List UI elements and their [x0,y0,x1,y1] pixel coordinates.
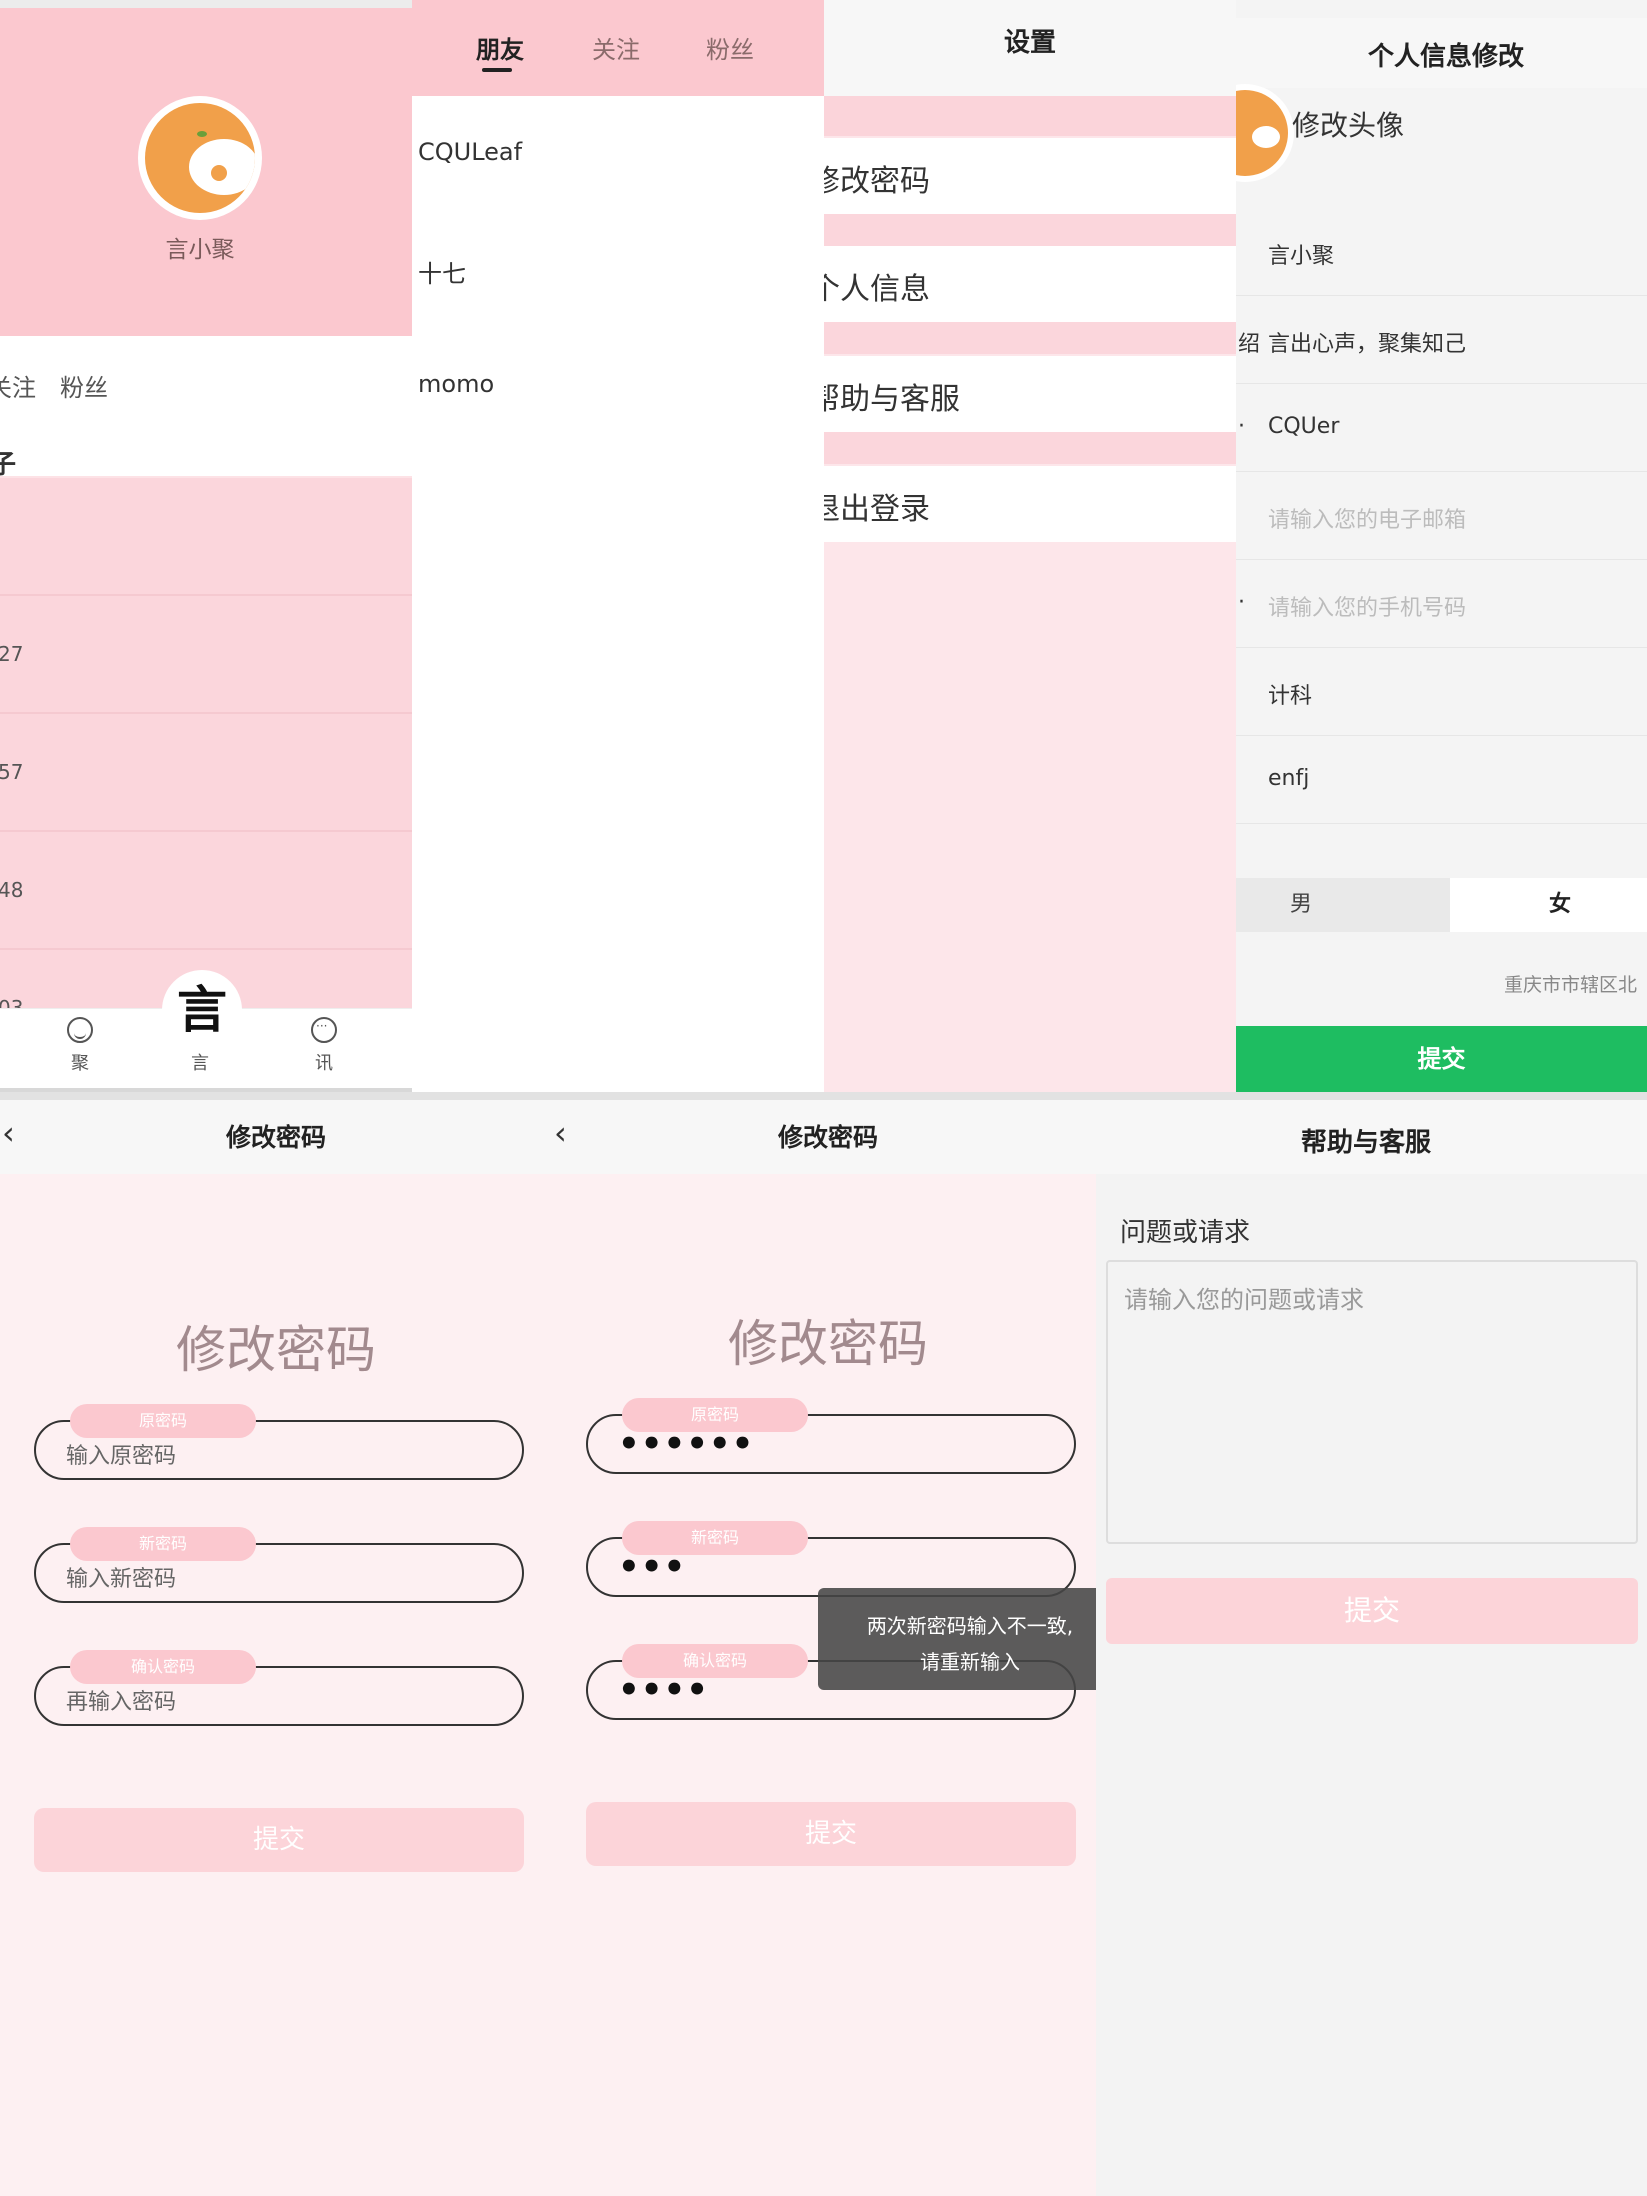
submit-button[interactable]: 提交 [1236,1026,1647,1092]
edit-profile-panel: 个人信息修改 修改头像 言小聚 绍 言出心声，聚集知己 · CQUer 请输入您… [1236,0,1647,1092]
change-password-panel: ‹ 修改密码 修改密码 输入原密码 原密码 输入新密码 新密码 再输入密码 确认… [0,1100,552,2196]
question-textarea[interactable]: 请输入您的问题或请求 [1106,1260,1638,1544]
stat-followers[interactable]: 粉丝 [60,368,108,403]
help-header: 帮助与客服 [1096,1100,1647,1174]
submit-button[interactable]: 提交 [34,1808,524,1872]
friends-header: 朋友 关注 粉丝 [412,0,824,96]
list-item[interactable]: 48 [0,832,412,950]
tab-xun[interactable]: 讯 [294,1017,354,1075]
confirm-password-tag: 确认密码 [70,1650,256,1684]
stats-bar: 关注 粉丝 子 [0,336,412,480]
settings-header: 设置 [824,0,1236,96]
school-field[interactable]: · CQUer [1236,384,1647,472]
change-password-header: ‹ 修改密码 [0,1100,552,1174]
new-password-tag: 新密码 [622,1521,808,1555]
friend-item[interactable]: 十七 [418,254,466,289]
settings-item-logout[interactable]: 退出登录 [824,466,1236,542]
page-title: 修改密码 [225,1123,326,1152]
help-panel: 帮助与客服 问题或请求 请输入您的问题或请求 提交 [1096,1100,1647,2196]
change-avatar-label[interactable]: 修改头像 [1292,104,1404,144]
friend-item[interactable]: momo [418,370,494,398]
question-label: 问题或请求 [1120,1218,1251,1248]
page-title: 设置 [1003,28,1056,58]
bio-field[interactable]: 绍 言出心声，聚集知己 [1236,296,1647,384]
smile-icon [67,1017,93,1043]
avatar[interactable] [138,96,262,220]
active-tab-indicator [482,68,512,72]
gender-male-option[interactable]: 男 [1236,878,1366,932]
gender-female-option[interactable]: 女 [1450,878,1647,932]
settings-item-help[interactable]: 帮助与客服 [824,356,1236,432]
settings-item-personal-info[interactable]: 个人信息 [824,246,1236,322]
form-heading: 修改密码 [176,1321,376,1379]
username: 言小聚 [165,237,235,263]
gender-selector: 男 女 [1236,878,1647,932]
list-item[interactable]: 27 [0,596,412,714]
phone-field[interactable]: · 请输入您的手机号码 [1236,560,1647,648]
submit-button[interactable]: 提交 [1106,1578,1638,1644]
email-field[interactable]: 请输入您的电子邮箱 [1236,472,1647,560]
change-password-error-panel: ‹ 修改密码 修改密码 •••••• 原密码 ••• 新密码 •••• 确认密码… [552,1100,1104,2196]
tab-friends[interactable]: 朋友 [476,30,524,65]
profile-panel: 言小聚 关注 粉丝 子 27 57 48 03 聚 言 讯 言 [0,0,412,1092]
form-heading: 修改密码 [728,1315,928,1373]
confirm-password-tag: 确认密码 [622,1644,808,1678]
address-field[interactable]: 重庆市市辖区北 [1504,970,1637,997]
error-toast: 两次新密码输入不一致, 请重新输入 [818,1588,1104,1690]
settings-item-change-password[interactable]: 修改密码 [824,138,1236,214]
submit-button[interactable]: 提交 [586,1802,1076,1866]
old-password-tag: 原密码 [70,1404,256,1438]
old-password-tag: 原密码 [622,1398,808,1432]
tab-ju[interactable]: 聚 [50,1017,110,1075]
change-password-header: ‹ 修改密码 [552,1100,1104,1174]
friends-panel: 朋友 关注 粉丝 CQULeaf 十七 momo [412,0,824,1092]
chat-icon [311,1017,337,1043]
fish-avatar-icon [145,103,255,213]
settings-panel: 设置 修改密码 个人信息 帮助与客服 退出登录 [824,0,1236,1092]
center-yan-button[interactable]: 言 [162,970,242,1050]
status-strip [0,0,412,8]
tab-following[interactable]: 关注 [592,30,640,65]
avatar[interactable] [1236,84,1294,182]
fish-avatar-icon [1236,90,1288,176]
profile-header: 言小聚 [0,8,412,336]
new-password-tag: 新密码 [70,1527,256,1561]
edit-profile-header: 个人信息修改 [1236,18,1647,88]
list-item[interactable]: 57 [0,714,412,832]
nickname-field[interactable]: 言小聚 [1236,208,1647,296]
mbti-field[interactable]: enfj [1236,736,1647,824]
list-item[interactable] [0,478,412,596]
friend-item[interactable]: CQULeaf [418,138,522,166]
page-title: 帮助与客服 [1300,1128,1431,1158]
stat-following[interactable]: 关注 [0,368,36,403]
page-title: 个人信息修改 [1367,42,1524,72]
section-title: 子 [0,450,17,480]
page-title: 修改密码 [777,1123,878,1152]
major-field[interactable]: 计科 [1236,648,1647,736]
tab-followers[interactable]: 粉丝 [706,30,754,65]
